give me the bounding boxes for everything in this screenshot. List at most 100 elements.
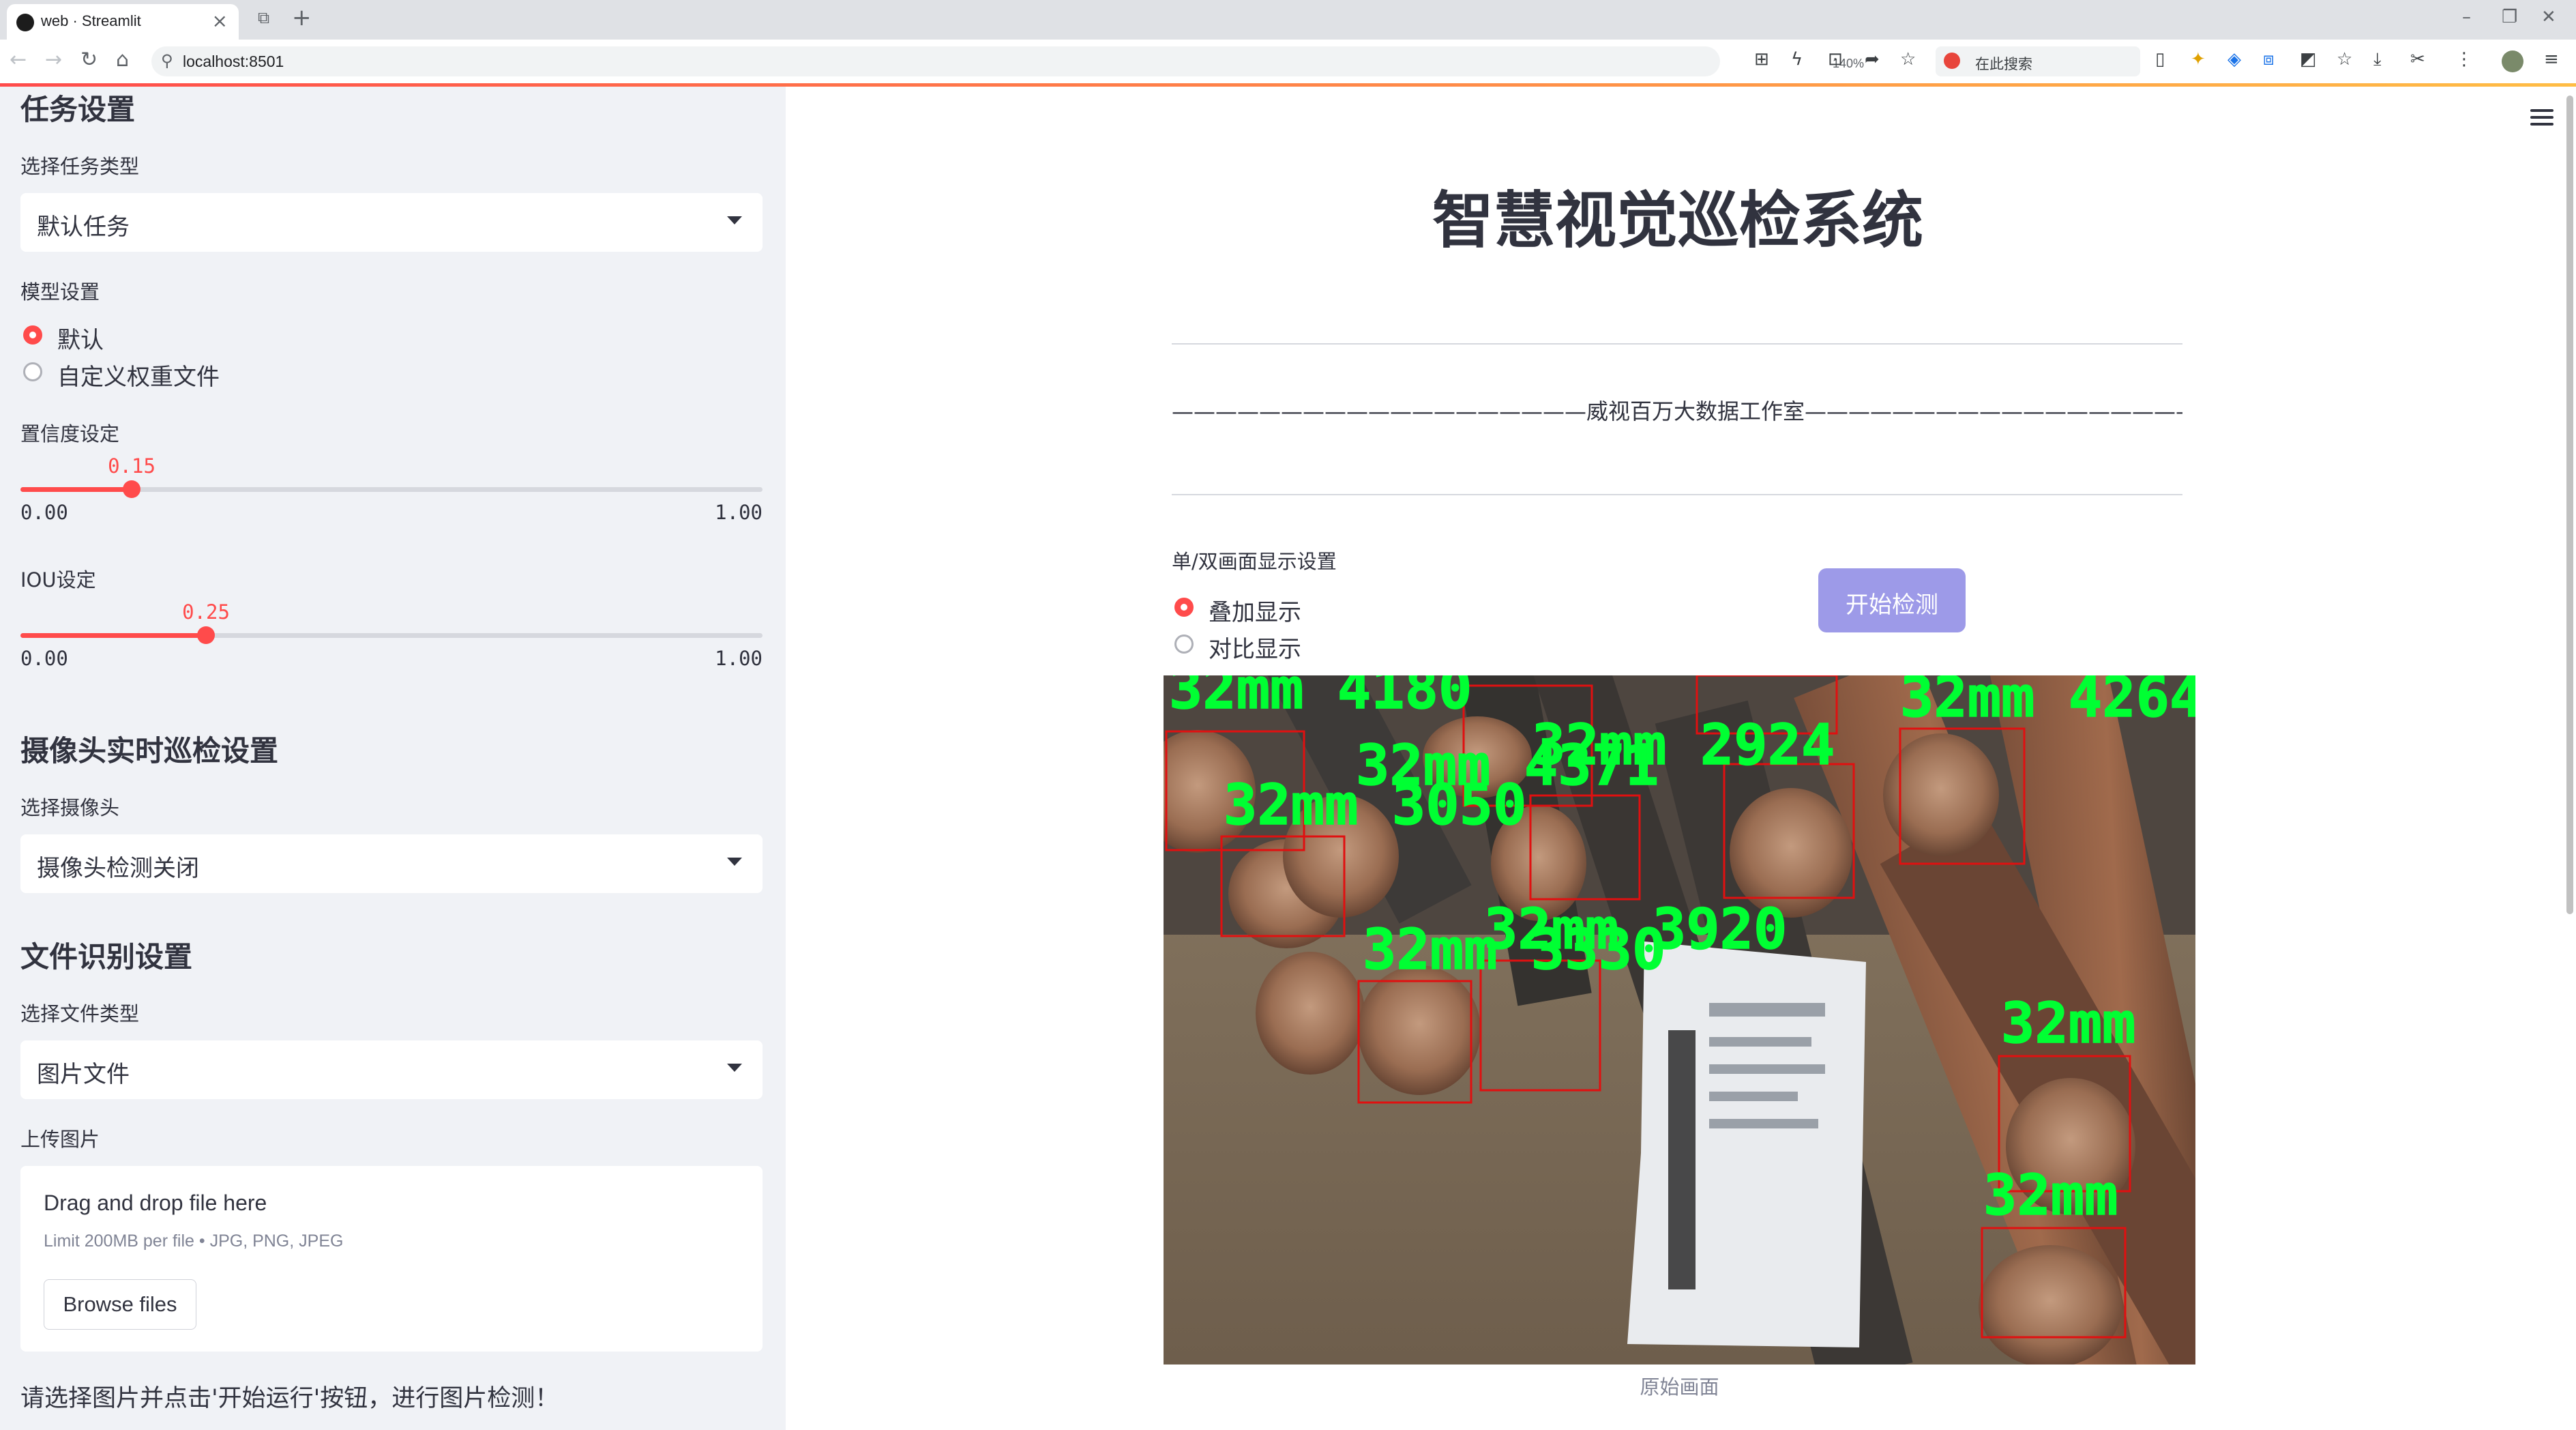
image-caption: 原始画面 xyxy=(1640,1375,1719,1399)
radio-unselected-icon xyxy=(1174,634,1194,654)
radio-selected-icon xyxy=(1174,598,1194,617)
file-type-value: 图片文件 xyxy=(37,1061,130,1088)
slider-thumb[interactable] xyxy=(123,480,140,498)
upload-limit-text: Limit 200MB per file • JPG, PNG, JPEG xyxy=(44,1231,344,1251)
task-settings-heading: 任务设置 xyxy=(20,93,136,126)
extension-2-icon[interactable]: ◈ xyxy=(2227,49,2241,70)
extension-icon[interactable]: ✦ xyxy=(2191,49,2206,70)
tab-title: web · Streamlit xyxy=(41,12,141,29)
file-settings-heading: 文件识别设置 xyxy=(20,940,193,974)
site-info-icon[interactable]: ⚲ xyxy=(161,51,173,70)
translate-icon[interactable]: ⊞ xyxy=(1754,49,1769,70)
model-option-custom: 自定义权重文件 xyxy=(57,364,220,391)
iou-label: IOU设定 xyxy=(20,568,96,592)
radio-unselected-icon xyxy=(23,362,42,381)
display-mode-label: 单/双画面显示设置 xyxy=(1172,550,1337,573)
chevron-down-icon xyxy=(727,1064,742,1072)
iou-value: 0.25 xyxy=(182,600,230,624)
extension-3-icon[interactable]: ◩ xyxy=(2300,49,2317,70)
detection-label: 32mm 4180 xyxy=(1169,675,1472,722)
file-type-label: 选择文件类型 xyxy=(20,1002,140,1025)
detection-result-image: 32mm 4180 32mm 4371 32mm 4264 32mm 3050 … xyxy=(1164,675,2195,1365)
browse-files-label: Browse files xyxy=(63,1292,177,1316)
camera-select[interactable]: 摄像头检测关闭 xyxy=(20,834,763,893)
task-type-select[interactable]: 默认任务 xyxy=(20,193,763,252)
drag-drop-text: Drag and drop file here xyxy=(44,1191,267,1215)
confidence-value: 0.15 xyxy=(108,454,156,478)
rebar-photo-svg: 32mm 4180 32mm 4371 32mm 4264 32mm 3050 … xyxy=(1164,675,2195,1365)
browser-search-box[interactable]: 在此搜索 xyxy=(1936,46,2140,76)
task-type-label: 选择任务类型 xyxy=(20,155,140,178)
share-icon[interactable]: ➦ xyxy=(1865,49,1880,70)
slider-min: 0.00 xyxy=(20,501,68,524)
confidence-label: 置信度设定 xyxy=(20,422,120,446)
slider-fill xyxy=(20,633,206,638)
upload-label: 上传图片 xyxy=(20,1128,100,1151)
studio-credit: ———————————————————威视百万大数据工作室———————————… xyxy=(1172,398,2182,424)
app-menu-icon[interactable] xyxy=(2530,109,2553,126)
download-icon[interactable]: ⤓ xyxy=(2373,49,2382,70)
camera-value: 摄像头检测关闭 xyxy=(37,855,199,882)
streamlit-favicon-icon xyxy=(16,14,34,31)
profile-avatar[interactable] xyxy=(2502,50,2523,72)
search-engine-icon xyxy=(1944,53,1960,69)
tab-close-icon[interactable]: × xyxy=(212,10,228,32)
chevron-down-icon xyxy=(727,216,742,224)
home-icon[interactable]: ⌂ xyxy=(116,48,129,72)
browser-tab[interactable]: web · Streamlit × xyxy=(7,4,239,40)
browse-files-button[interactable]: Browse files xyxy=(44,1279,196,1330)
model-settings-label: 模型设置 xyxy=(20,280,100,304)
phone-icon[interactable]: ▯ xyxy=(2155,49,2165,70)
camera-settings-heading: 摄像头实时巡检设置 xyxy=(20,734,279,768)
file-uploader-dropzone[interactable]: Drag and drop file here Limit 200MB per … xyxy=(20,1166,763,1352)
page-title: 智慧视觉巡检系统 xyxy=(1432,185,1923,257)
task-type-value: 默认任务 xyxy=(37,214,130,241)
detection-label: 32mm xyxy=(2001,991,2135,1056)
more-menu-icon[interactable]: ⋮ xyxy=(2455,49,2473,70)
tab-groups-icon[interactable]: ⧉ xyxy=(258,8,269,27)
forward-icon[interactable]: → xyxy=(45,48,62,72)
radio-selected-icon xyxy=(23,325,42,345)
camera-label: 选择摄像头 xyxy=(20,796,120,819)
slider-min: 0.00 xyxy=(20,647,68,670)
display-option-compare: 对比显示 xyxy=(1209,636,1301,663)
minimize-icon[interactable]: – xyxy=(2462,7,2471,27)
display-option-overlay: 叠加显示 xyxy=(1209,599,1301,626)
detection-label: 32mm xyxy=(1983,1163,2118,1228)
slider-thumb[interactable] xyxy=(197,626,215,644)
search-placeholder: 在此搜索 xyxy=(1975,56,2032,72)
confidence-slider[interactable]: 0.15 0.00 1.00 xyxy=(20,454,763,524)
bookmark-star-icon[interactable]: ☆ xyxy=(1900,49,1916,70)
translate-ext-icon[interactable]: ⧈ xyxy=(2263,49,2275,70)
restore-icon[interactable]: ❐ xyxy=(2502,7,2517,27)
file-type-select[interactable]: 图片文件 xyxy=(20,1040,763,1099)
upload-hint-text: 请选择图片并点击'开始运行'按钮，进行图片检测！ xyxy=(20,1385,559,1412)
screenshot-icon[interactable]: ⊡ xyxy=(1828,49,1843,70)
url-field[interactable]: ⚲ localhost:8501 140% xyxy=(151,46,1864,76)
iou-slider[interactable]: 0.25 0.00 1.00 xyxy=(20,600,763,670)
back-icon[interactable]: ← xyxy=(10,48,27,72)
lightning-icon[interactable]: ϟ xyxy=(1791,49,1803,70)
browser-menu-icon[interactable]: ≡ xyxy=(2544,49,2559,70)
divider xyxy=(1172,494,2182,495)
detection-label: 32mm 3920 xyxy=(1484,897,1787,962)
favorites-icon[interactable]: ☆ xyxy=(2337,49,2352,70)
slider-max: 1.00 xyxy=(715,647,763,670)
detection-label: 32mm 3050 xyxy=(1224,773,1526,838)
cut-icon[interactable]: ✂ xyxy=(2410,49,2425,70)
page-scrollbar[interactable] xyxy=(2566,96,2573,914)
slider-fill xyxy=(20,487,132,492)
slider-max: 1.00 xyxy=(715,501,763,524)
divider xyxy=(1172,343,2182,345)
detection-label: 32mm 2924 xyxy=(1532,713,1835,778)
start-detection-label: 开始检测 xyxy=(1846,592,1938,619)
reload-icon[interactable]: ↻ xyxy=(80,48,98,72)
sidebar: 任务设置 选择任务类型 默认任务 模型设置 默认 自定义权重文件 置信度设定 0… xyxy=(0,87,786,1430)
start-detection-button[interactable]: 开始检测 xyxy=(1818,568,1966,632)
address-bar-row: ← → ↻ ⌂ ⚲ localhost:8501 140% ⊞ ϟ ⊡ ➦ ☆ … xyxy=(0,40,2576,84)
window-close-icon[interactable]: ✕ xyxy=(2541,7,2556,27)
new-tab-icon[interactable]: + xyxy=(292,4,312,31)
steel-tag xyxy=(1627,942,1866,1347)
url-text: localhost:8501 xyxy=(183,53,284,70)
model-option-default: 默认 xyxy=(57,327,104,354)
